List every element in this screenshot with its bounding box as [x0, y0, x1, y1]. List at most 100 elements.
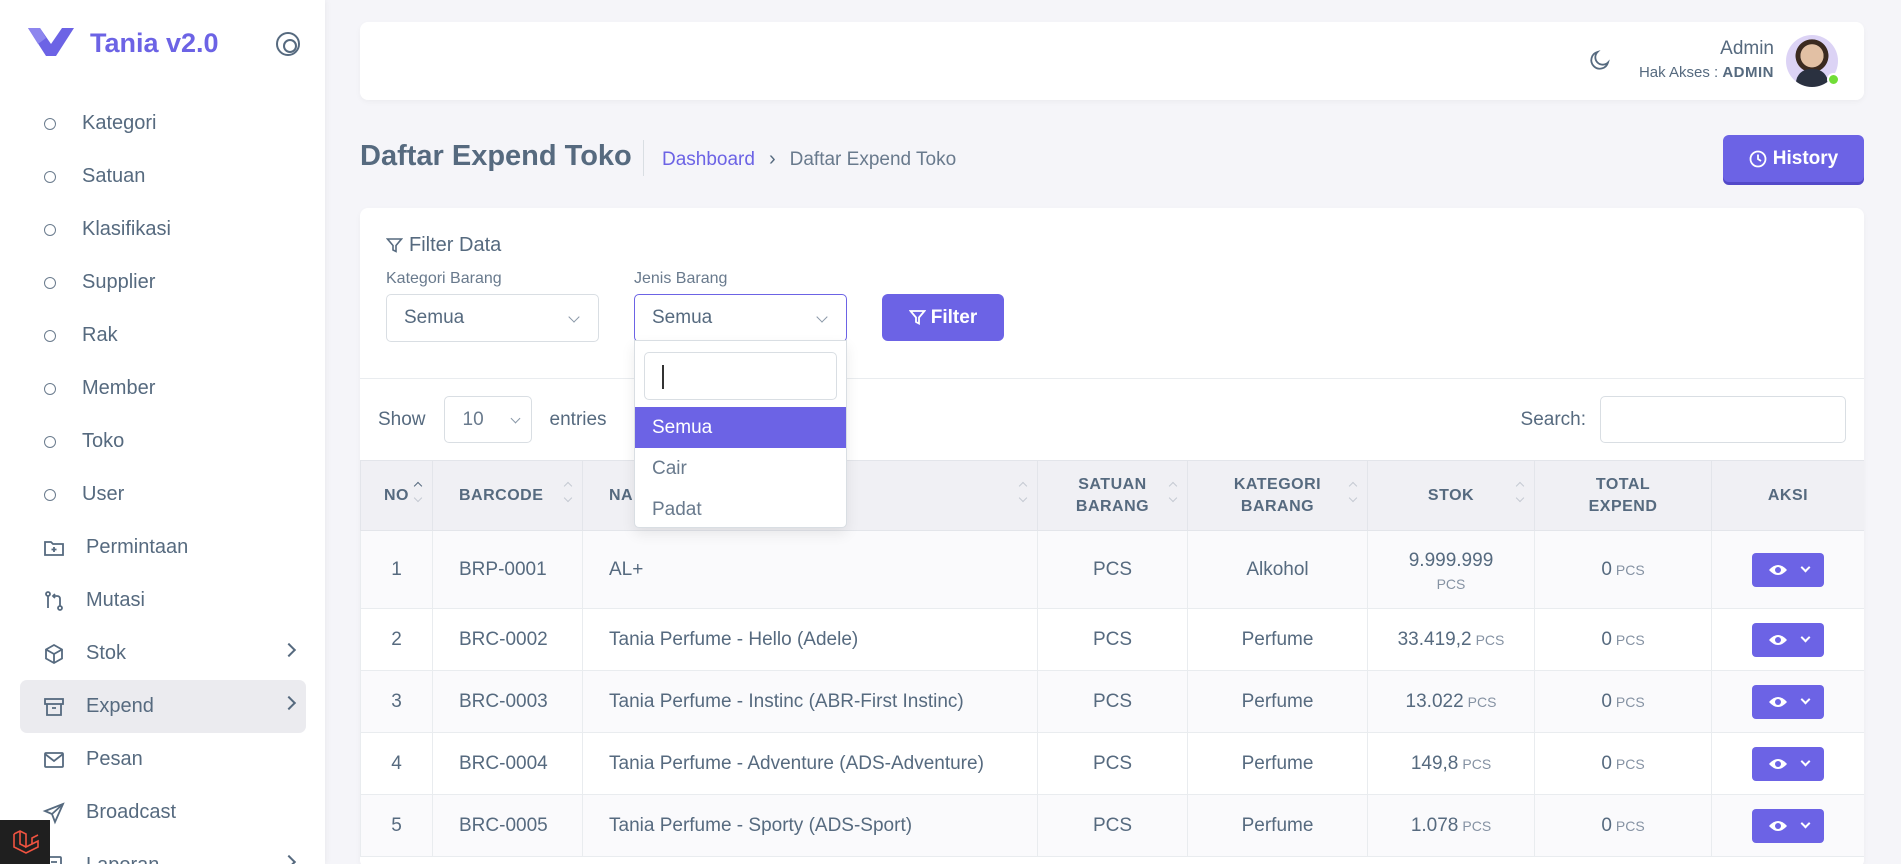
brand[interactable]: Tania v2.0	[28, 26, 219, 60]
cell-kategori: Perfume	[1187, 732, 1368, 795]
sidebar-item-label: Kategori	[82, 112, 157, 134]
cell-no: 5	[360, 794, 433, 857]
expend-unit: PCS	[1615, 755, 1645, 772]
sort-icon	[1019, 483, 1027, 507]
cell-satuan: PCS	[1037, 670, 1188, 733]
jenis-select[interactable]: Semua	[634, 294, 847, 342]
column-header-no[interactable]: NO	[360, 460, 433, 531]
chevron-down-icon[interactable]	[1800, 818, 1810, 829]
laravel-icon[interactable]	[0, 820, 50, 864]
sort-icon	[414, 483, 422, 507]
sidebar-item-label: Member	[82, 377, 156, 399]
filter-title: Filter Data	[386, 234, 501, 257]
column-header-stok[interactable]: STOK	[1367, 460, 1535, 531]
dropdown-search-input[interactable]	[644, 352, 837, 400]
sidebar-item-laporan[interactable]: Laporan	[20, 839, 306, 864]
sidebar-item-stok[interactable]: Stok	[20, 627, 306, 680]
column-label: STOK	[1427, 486, 1475, 504]
sidebar-item-label: Toko	[82, 430, 125, 452]
table-row: 1 BRP-0001 AL+ PCS Alkohol 9.999.999 PCS 0 PCS	[360, 530, 1864, 609]
sidebar-item-member[interactable]: Member	[20, 362, 306, 415]
clock-icon	[1749, 150, 1767, 167]
chevron-down-icon[interactable]	[1800, 562, 1810, 573]
cell-stok: 149,8 PCS	[1367, 732, 1535, 795]
entries-label: entries	[549, 408, 607, 430]
sidebar-toggle-icon[interactable]	[276, 32, 300, 56]
chevron-down-icon	[816, 311, 828, 323]
sidebar-item-toko[interactable]: Toko	[20, 415, 306, 468]
sort-icon	[1169, 483, 1177, 507]
sidebar-item-expend[interactable]: Expend	[20, 680, 306, 733]
breadcrumb-dashboard[interactable]: Dashboard	[662, 149, 755, 171]
table-body: 1 BRP-0001 AL+ PCS Alkohol 9.999.999 PCS 0 PCS 2 B…	[360, 530, 1864, 857]
cell-stok: 1.078 PCS	[1367, 794, 1535, 857]
view-action-button[interactable]	[1752, 622, 1824, 657]
filter-button[interactable]: Filter	[882, 294, 1004, 341]
cell-satuan: PCS	[1037, 608, 1188, 671]
cell-nama: Tania Perfume - Adventure (ADS-Adventure…	[582, 732, 1038, 795]
stok-unit: PCS	[1462, 755, 1492, 772]
title-divider	[643, 140, 644, 176]
sidebar-item-user[interactable]: User	[20, 468, 306, 521]
show-label: Show	[378, 408, 426, 430]
expend-value: 0	[1601, 690, 1612, 712]
sidebar-item-label: Supplier	[82, 271, 156, 293]
sidebar-item-permintaan[interactable]: Permintaan	[20, 521, 306, 574]
column-header-barcode[interactable]: BARCODE	[432, 460, 583, 531]
view-action-button[interactable]	[1752, 552, 1824, 587]
sidebar-item-satuan[interactable]: Satuan	[20, 150, 306, 203]
user-info[interactable]: Admin Hak Akses : ADMIN	[1639, 38, 1774, 81]
column-header-kategori-barang[interactable]: KATEGORI BARANG	[1187, 460, 1368, 531]
search-input[interactable]	[1600, 396, 1846, 443]
stok-unit: PCS	[1467, 693, 1497, 710]
filter-button-label: Filter	[930, 306, 978, 328]
sidebar-item-label: Laporan	[86, 854, 159, 864]
cell-satuan: PCS	[1037, 530, 1188, 609]
kategori-select[interactable]: Semua	[386, 294, 599, 342]
table-row: 2 BRC-0002 Tania Perfume - Hello (Adele) PC…	[360, 608, 1864, 671]
sidebar-item-label: Pesan	[86, 748, 143, 770]
circle-icon	[44, 329, 56, 342]
circle-icon	[44, 435, 56, 448]
column-header-aksi: AKSI	[1711, 460, 1864, 531]
sidebar-item-rak[interactable]: Rak	[20, 309, 306, 362]
sidebar-item-pesan[interactable]: Pesan	[20, 733, 306, 786]
stok-value: 33.419,2	[1397, 628, 1472, 650]
sidebar-item-kategori[interactable]: Kategori	[20, 97, 306, 150]
history-button[interactable]: History	[1723, 135, 1864, 182]
chevron-down-icon[interactable]	[1800, 756, 1810, 767]
sidebar-item-mutasi[interactable]: Mutasi	[20, 574, 306, 627]
moon-icon[interactable]	[1588, 48, 1612, 72]
cell-kategori: Alkohol	[1187, 530, 1368, 609]
kategori-value: Semua	[404, 307, 465, 328]
cell-no: 3	[360, 670, 433, 733]
eye-icon	[1768, 758, 1787, 769]
eye-icon	[1768, 696, 1787, 707]
sidebar-item-broadcast[interactable]: Broadcast	[20, 786, 306, 839]
cell-expend: 0 PCS	[1534, 530, 1712, 609]
expend-unit: PCS	[1615, 561, 1645, 578]
column-header-satuan-barang[interactable]: SATUAN BARANG	[1037, 460, 1188, 531]
cell-satuan: PCS	[1037, 794, 1188, 857]
dropdown-option-semua[interactable]: Semua	[635, 407, 846, 448]
circle-icon	[44, 276, 56, 289]
view-action-button[interactable]	[1752, 808, 1824, 843]
view-action-button[interactable]	[1752, 684, 1824, 719]
sidebar-item-klasifikasi[interactable]: Klasifikasi	[20, 203, 306, 256]
breadcrumb-separator: ›	[768, 148, 776, 170]
view-action-button[interactable]	[1752, 746, 1824, 781]
sidebar-item-supplier[interactable]: Supplier	[20, 256, 306, 309]
sort-icon	[1349, 483, 1357, 507]
chevron-down-icon[interactable]	[1800, 632, 1810, 643]
filter-title-text: Filter Data	[409, 234, 502, 256]
dropdown-option-cair[interactable]: Cair	[635, 448, 846, 489]
dropdown-option-padat[interactable]: Padat	[635, 489, 846, 530]
table-search: Search:	[1521, 396, 1846, 443]
stok-value: 149,8	[1410, 752, 1459, 774]
stok-value: 13.022	[1405, 690, 1464, 712]
sidebar-menu: Kategori Satuan Klasifikasi Supplier Rak Memb…	[20, 97, 306, 864]
chevron-down-icon[interactable]	[1800, 694, 1810, 705]
role-prefix: Hak Akses :	[1638, 64, 1723, 81]
sort-icon	[564, 483, 572, 507]
entries-select[interactable]: 10	[443, 396, 532, 443]
